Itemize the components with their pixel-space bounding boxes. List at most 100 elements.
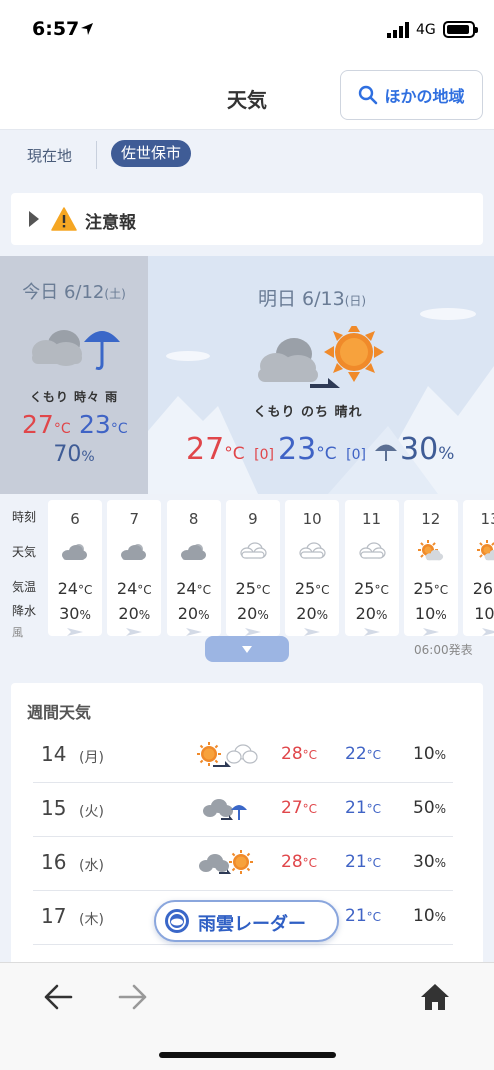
today-precip: 70% [53,442,95,467]
hour-label: 6 [70,510,80,528]
hour-column: 12 25°C 10% [403,500,458,636]
today-panel[interactable]: 今日 6/12(土) くもり 時々 雨 27°C 23°C 70% [0,256,148,494]
row-label-wind: 風 [12,626,23,638]
location-arrow-icon [81,23,93,35]
weekly-precip: 10% [413,906,447,926]
forward-arrow-icon[interactable] [117,983,149,1011]
weekly-day: 16 [41,850,67,874]
weekly-row: 14 (月) 28°C 22°C 10% [33,729,453,783]
cloud-sun-icon [121,544,147,560]
row-label-time: 時刻 [12,510,37,524]
weekly-weekday: (火) [79,804,104,820]
hour-label: 7 [129,510,140,528]
weekly-high: 28°C [281,852,318,872]
home-icon[interactable] [419,982,451,1012]
cloud-sun-icon [62,544,87,560]
weekly-low: 21°C [345,852,382,872]
alert-panel[interactable]: 注意報 [11,193,483,245]
hour-precip: 30% [59,604,91,623]
cloud-icon [240,542,267,559]
weekly-weekday: (木) [79,912,104,928]
wind-arrow-icon [304,628,321,636]
hour-column: 13 26°C 10% [463,500,494,636]
tab-current-location[interactable]: 現在地 [27,145,72,166]
hour-precip: 20% [355,604,388,623]
weekly-title: 週間天気 [27,703,92,722]
weekly-high: 27°C [281,798,318,818]
weekly-low: 21°C [345,798,382,818]
expand-triangle-icon [29,211,39,227]
browser-toolbar [0,962,494,1070]
tomorrow-low-temp: 23°C [0] [278,432,366,467]
daily-forecast: 今日 6/12(土) くもり 時々 雨 27°C 23°C 70% 明日 6/1… [0,256,494,494]
weekly-day: 17 [41,904,67,928]
today-date: 今日 6/12(土) [22,282,126,303]
weekly-row: 16 (水) 28°C 21°C 30% [33,837,453,891]
hour-precip: 10% [474,604,494,623]
wind-arrow-icon [422,628,439,636]
hour-precip: 10% [414,604,447,623]
cloud-icon [299,542,326,559]
rain-radar-label: 雨雲レーダー [198,914,306,935]
hour-temp: 25°C [413,579,449,598]
rain-radar-button[interactable]: 雨雲レーダー [154,900,339,942]
back-arrow-icon[interactable] [42,983,74,1011]
hour-label: 9 [248,510,258,528]
other-region-label: ほかの地域 [384,87,465,106]
hour-precip: 20% [177,604,210,623]
status-time: 6:57 [32,18,80,40]
cloud-then-rain-icon [203,799,247,820]
wind-arrow-icon [67,628,83,636]
hour-precip: 20% [237,604,269,623]
weekly-low: 22°C [345,744,382,764]
tomorrow-panel[interactable]: 明日 6/13(日) くもり のち 晴れ 27°C [0] 23°C [0] 3… [148,256,494,494]
tab-city[interactable]: 佐世保市 [111,140,192,167]
hour-column: 8 24°C 20% [166,500,221,636]
sun-cloud-icon [417,540,443,561]
signal-icon [387,22,409,38]
hour-label: 11 [361,510,382,528]
other-region-button[interactable]: ほかの地域 [340,70,483,120]
today-high-temp: 27°C [22,410,71,439]
umbrella-icon [375,444,397,461]
hour-column: 10 25°C 20% [285,500,340,636]
tomorrow-high-temp: 27°C [0] [186,432,274,467]
wind-arrow-icon [185,628,202,636]
weekly-precip: 50% [413,798,447,818]
app-header: 天気 ほかの地域 [0,60,494,130]
battery-icon [443,21,478,38]
cloud-then-sun-icon [199,850,253,874]
location-tabs: 現在地 佐世保市 [0,131,494,179]
tab-divider [96,141,97,169]
hour-temp: 25°C [294,579,330,598]
row-label-temp: 気温 [12,580,37,594]
row-label-weather: 天気 [12,545,37,559]
weekly-precip: 30% [413,852,447,872]
hour-temp: 25°C [354,579,389,598]
search-icon [359,85,378,105]
radar-icon [165,909,189,933]
hourly-forecast[interactable]: 時刻 天気 気温 降水 風 6 24°C 30% 7 24°C 20% 8 24°C 20% 9 2… [0,496,494,638]
hour-temp: 24°C [57,579,93,598]
hour-label: 12 [421,510,441,528]
hour-label: 13 [480,510,494,528]
hour-column: 11 25°C 20% [344,500,399,636]
tomorrow-date: 明日 6/13(日) [258,288,367,310]
sun-then-cloud-icon [197,742,258,767]
home-indicator [159,1052,336,1058]
wind-arrow-icon [363,628,380,636]
expand-hourly-button[interactable] [205,636,289,662]
today-low-temp: 23°C [79,410,128,439]
weekly-weekday: (月) [79,750,104,766]
cloud-rain-icon [32,330,120,370]
hour-column: 7 24°C 20% [107,500,162,636]
issued-time: 06:00発表 [414,643,473,657]
cloud-sun-icon [180,544,206,560]
hour-label: 10 [302,510,322,528]
wind-arrow-icon [482,628,494,636]
hour-column: 9 25°C 20% [225,500,280,636]
wind-arrow-icon [126,628,143,636]
hourly-row-labels: 時刻 天気 気温 降水 風 [0,496,46,638]
tomorrow-weather: くもり のち 晴れ [253,405,363,420]
hour-label: 8 [188,510,199,528]
